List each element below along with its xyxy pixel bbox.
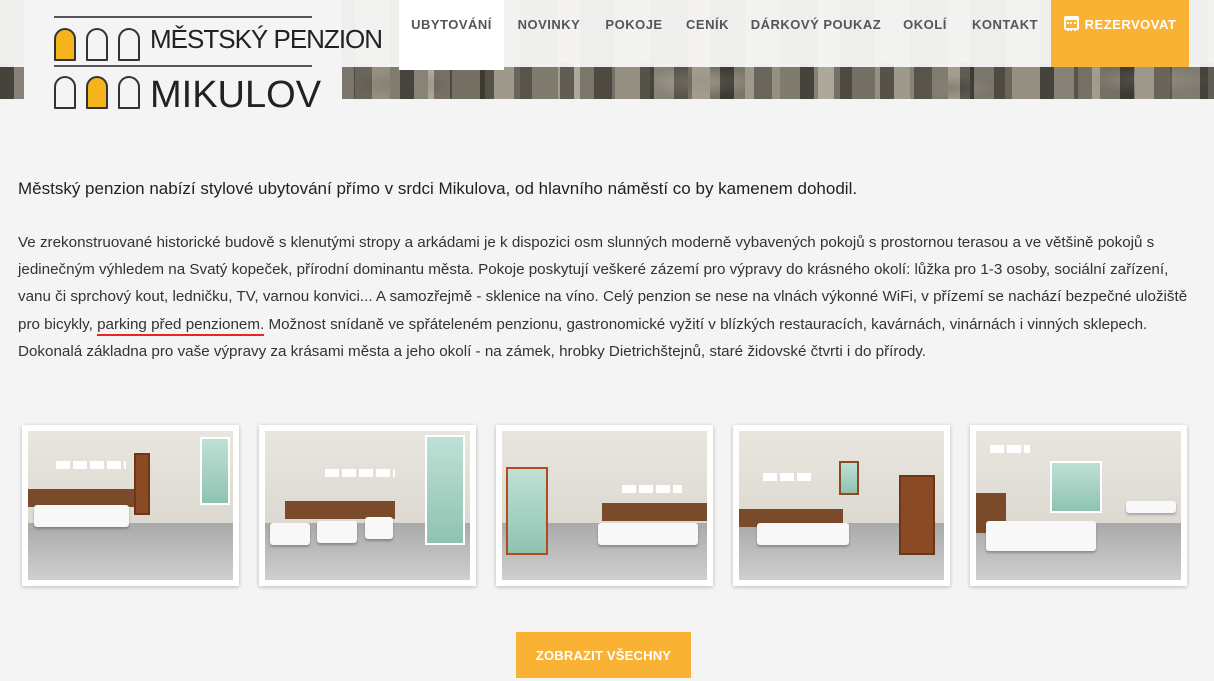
logo-arch-icon	[86, 76, 108, 109]
logo-arch-icon	[54, 28, 76, 61]
logo-arch-icon	[118, 28, 140, 61]
gallery-thumbnail[interactable]	[496, 425, 713, 586]
nav-item-okoli[interactable]: OKOLÍ	[892, 0, 958, 67]
room-photo	[28, 431, 233, 580]
logo-divider	[54, 65, 312, 67]
intro-body: Ve zrekonstruované historické budově s k…	[18, 229, 1198, 365]
show-all-button[interactable]: ZOBRAZIT VŠECHNY	[516, 632, 691, 678]
nav-item-novinky[interactable]: NOVINKY	[505, 0, 593, 67]
logo-arch-icon	[86, 28, 108, 61]
gallery-thumbnail[interactable]	[733, 425, 950, 586]
room-photo	[265, 431, 470, 580]
gallery-thumbnail[interactable]	[259, 425, 476, 586]
logo-title-line1: MĚSTSKÝ PENZION	[150, 24, 383, 54]
logo-divider	[54, 16, 312, 18]
site-logo[interactable]: MĚSTSKÝ PENZION MIKULOV	[24, 0, 383, 132]
logo-title-line2: MIKULOV	[150, 74, 322, 116]
logo-arch-icon	[118, 76, 140, 109]
calendar-icon	[1063, 16, 1079, 31]
nav-item-darkovy-poukaz[interactable]: DÁRKOVÝ POUKAZ	[743, 0, 889, 67]
nav-item-cenik[interactable]: CENÍK	[675, 0, 740, 67]
gallery-thumbnail[interactable]	[970, 425, 1187, 586]
nav-item-ubytovani[interactable]: UBYTOVÁNÍ	[399, 0, 504, 70]
gallery-thumbnail[interactable]	[22, 425, 239, 586]
reserve-button-label: REZERVOVAT	[1084, 17, 1177, 32]
nav-item-pokoje[interactable]: POKOJE	[594, 0, 674, 67]
room-photo	[976, 431, 1181, 580]
room-photo	[739, 431, 944, 580]
room-photo	[502, 431, 707, 580]
nav-item-kontakt[interactable]: KONTAKT	[961, 0, 1049, 67]
reserve-button[interactable]: REZERVOVAT	[1051, 0, 1189, 67]
logo-arch-icon	[54, 76, 76, 109]
parking-highlight: parking před penzionem.	[97, 315, 265, 336]
intro-lead: Městský penzion nabízí stylové ubytování…	[18, 179, 858, 198]
